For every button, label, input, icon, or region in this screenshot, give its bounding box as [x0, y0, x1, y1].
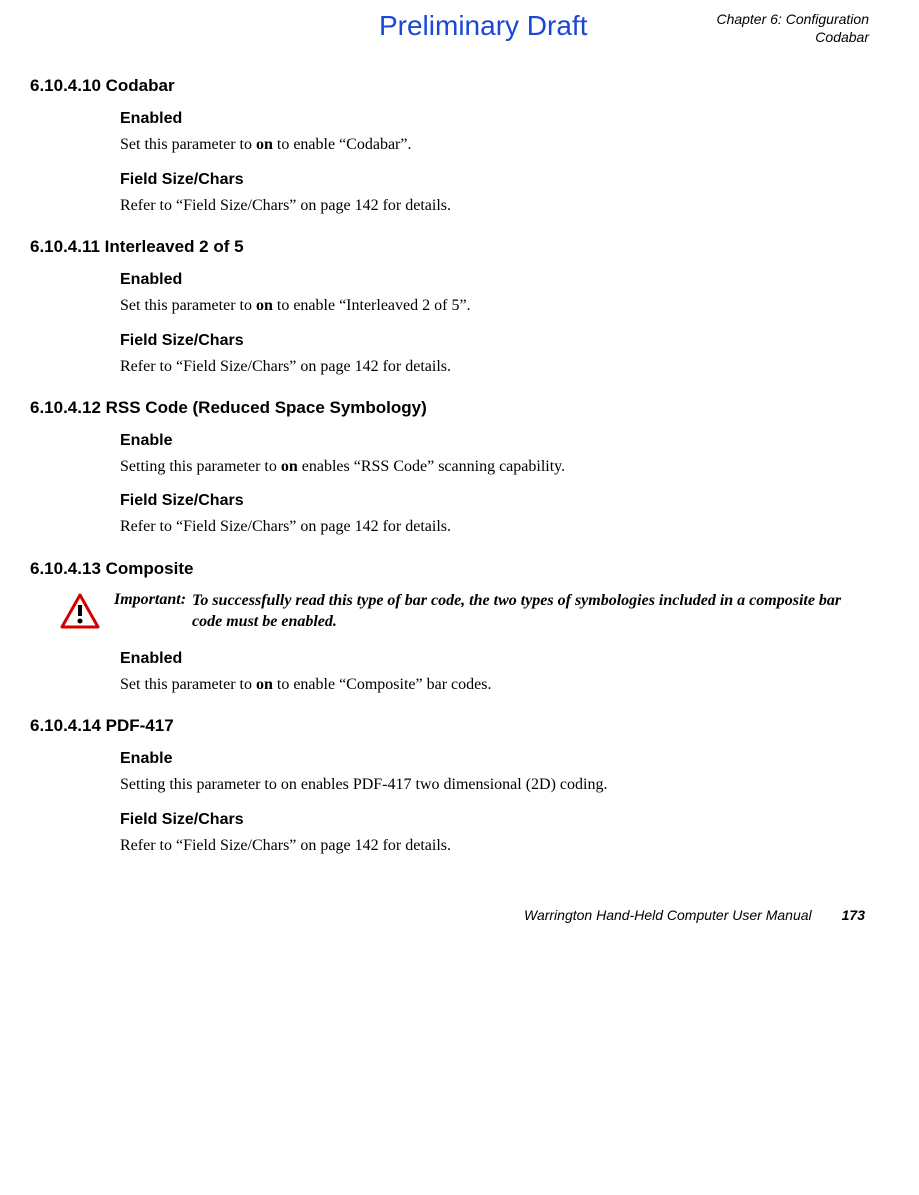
sub-heading-enabled: Enabled — [120, 271, 869, 289]
body-text: Refer to “Field Size/Chars” on page 142 … — [120, 516, 869, 538]
section-label: Codabar — [716, 28, 869, 46]
sub-heading-enable: Enable — [120, 432, 869, 450]
section-heading-pdf417: 6.10.4.14 PDF-417 — [30, 716, 869, 736]
sub-heading-fieldsize: Field Size/Chars — [120, 811, 869, 829]
text-fragment: Set this parameter to — [120, 136, 256, 153]
text-fragment: to enable “Codabar”. — [273, 136, 412, 153]
text-fragment: Set this parameter to — [120, 676, 256, 693]
sub-heading-fieldsize: Field Size/Chars — [120, 332, 869, 350]
page-header: Preliminary Draft Chapter 6: Configurati… — [30, 10, 869, 46]
page-footer: Warrington Hand-Held Computer User Manua… — [30, 907, 869, 923]
body-text: Set this parameter to on to enable “Inte… — [120, 295, 869, 317]
body-text: Refer to “Field Size/Chars” on page 142 … — [120, 835, 869, 857]
text-bold: on — [281, 458, 298, 475]
sub-heading-enable: Enable — [120, 750, 869, 768]
sub-heading-fieldsize: Field Size/Chars — [120, 171, 869, 189]
body-text: Set this parameter to on to enable “Comp… — [120, 674, 869, 696]
text-fragment: to enable “Composite” bar codes. — [273, 676, 492, 693]
draft-label: Preliminary Draft — [379, 10, 587, 42]
text-fragment: enables “RSS Code” scanning capability. — [298, 458, 565, 475]
body-text: Setting this parameter to on enables “RS… — [120, 456, 869, 478]
page-container: Preliminary Draft Chapter 6: Configurati… — [0, 0, 919, 953]
sub-heading-enabled: Enabled — [120, 110, 869, 128]
text-bold: on — [256, 136, 273, 153]
body-text: Setting this parameter to on enables PDF… — [120, 774, 869, 796]
body-text: Refer to “Field Size/Chars” on page 142 … — [120, 356, 869, 378]
section-heading-composite: 6.10.4.13 Composite — [30, 559, 869, 579]
body-text: Set this parameter to on to enable “Coda… — [120, 134, 869, 156]
section-heading-codabar: 6.10.4.10 Codabar — [30, 76, 869, 96]
sub-heading-fieldsize: Field Size/Chars — [120, 492, 869, 510]
important-label: Important: — [114, 591, 186, 609]
text-fragment: Set this parameter to — [120, 297, 256, 314]
section-heading-interleaved: 6.10.4.11 Interleaved 2 of 5 — [30, 237, 869, 257]
important-block: Important: To successfully read this typ… — [60, 591, 869, 634]
text-fragment: to enable “Interleaved 2 of 5”. — [273, 297, 471, 314]
body-text: Refer to “Field Size/Chars” on page 142 … — [120, 195, 869, 217]
warning-icon — [60, 593, 100, 634]
footer-title: Warrington Hand-Held Computer User Manua… — [120, 907, 812, 923]
text-bold: on — [256, 297, 273, 314]
header-right: Chapter 6: Configuration Codabar — [716, 10, 869, 46]
chapter-label: Chapter 6: Configuration — [716, 10, 869, 28]
footer-page-number: 173 — [842, 907, 865, 923]
sub-heading-enabled: Enabled — [120, 650, 869, 668]
text-fragment: Setting this parameter to — [120, 458, 281, 475]
section-heading-rss: 6.10.4.12 RSS Code (Reduced Space Symbol… — [30, 398, 869, 418]
text-bold: on — [256, 676, 273, 693]
important-text: To successfully read this type of bar co… — [192, 591, 869, 633]
